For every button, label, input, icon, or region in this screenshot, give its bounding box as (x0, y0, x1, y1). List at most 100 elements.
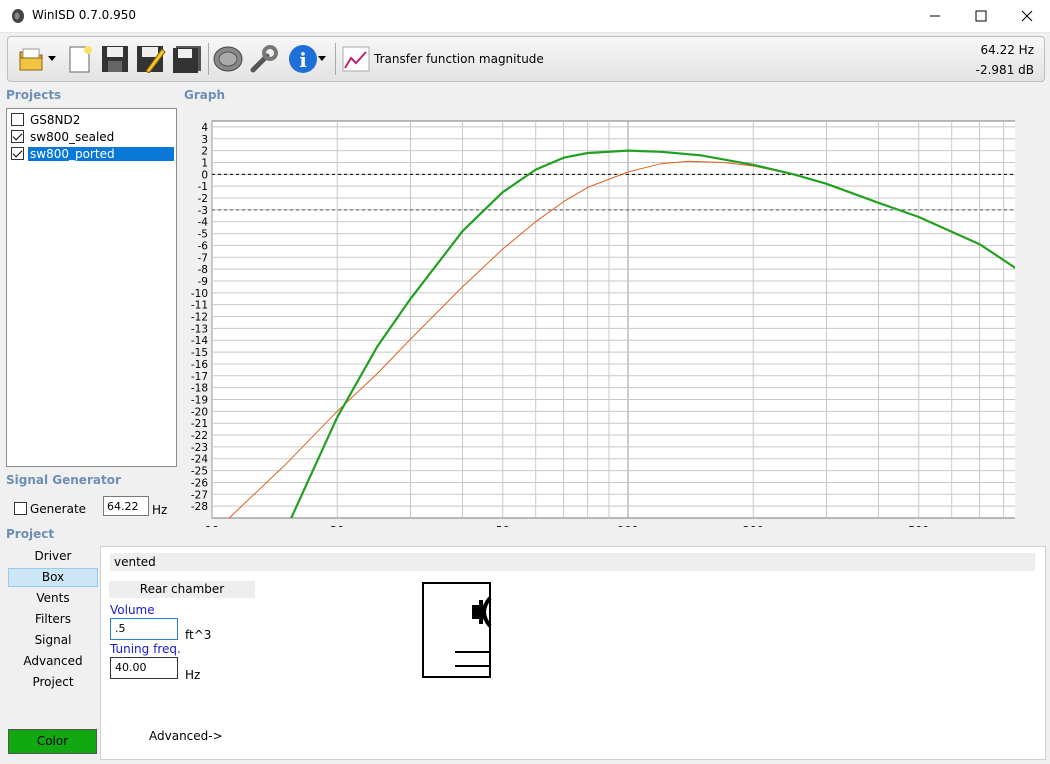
open-folder-icon (19, 48, 43, 71)
close-button[interactable] (1004, 0, 1050, 32)
minimize-icon (930, 15, 940, 17)
y-tick-label: -16 (191, 359, 208, 371)
y-tick-label: -14 (191, 335, 208, 347)
y-tick-label: -7 (198, 252, 208, 264)
volume-input[interactable]: .5 (110, 618, 178, 640)
new-button[interactable] (64, 41, 96, 77)
tools-button[interactable] (248, 41, 280, 77)
maximize-button[interactable] (958, 0, 1004, 32)
y-tick-label: -10 (191, 288, 208, 300)
advanced-link[interactable]: Advanced-> (149, 729, 223, 743)
toolbar: i Transfer function magnitude 64.22 Hz -… (7, 36, 1045, 82)
db-readout: -2.981 dB (975, 63, 1034, 77)
graph-type-label: Transfer function magnitude (374, 52, 544, 66)
frequency-response-chart[interactable]: 43210-1-2-3-4-5-6-7-8-9-10-11-12-13-14-1… (180, 107, 1015, 527)
app-icon (12, 9, 24, 23)
tab-rear-chamber[interactable]: Rear chamber (109, 581, 255, 598)
nav-advanced[interactable]: Advanced (8, 652, 98, 671)
nav-filters[interactable]: Filters (8, 610, 98, 629)
x-tick-label: 200 (743, 524, 764, 527)
toolbar-separator (208, 43, 209, 75)
box-type-selector[interactable]: vented (110, 553, 1035, 571)
svg-text:i: i (299, 48, 307, 72)
save-as-icon (137, 46, 166, 73)
project-checkbox[interactable] (11, 130, 24, 143)
generate-label: Generate (30, 502, 87, 516)
x-tick-label: 500 (908, 524, 929, 527)
title-bar: WinISD 0.7.0.950 (0, 0, 1050, 33)
x-tick-label: 100 (618, 524, 639, 527)
box-panel (100, 546, 1046, 760)
graph-icon (342, 46, 370, 72)
project-checkbox[interactable] (11, 113, 24, 126)
y-tick-label: -18 (191, 383, 208, 395)
speaker-icon (213, 46, 243, 72)
signal-generator-header: Signal Generator (6, 473, 121, 487)
y-tick-label: 2 (201, 146, 208, 158)
y-tick-label: -6 (198, 240, 209, 252)
save-as-button[interactable] (135, 41, 167, 77)
project-checkbox[interactable] (11, 147, 24, 160)
info-icon: i (289, 45, 317, 73)
x-tick-label: 50 (496, 524, 510, 527)
y-tick-label: -12 (191, 312, 208, 324)
minimize-button[interactable] (912, 0, 958, 32)
wrench-icon (250, 45, 278, 73)
enclosure-shape (422, 582, 491, 678)
generator-frequency-input[interactable]: 64.22 (103, 496, 149, 516)
y-tick-label: -24 (191, 454, 208, 466)
y-tick-label: 0 (201, 169, 208, 181)
y-tick-label: 4 (201, 122, 208, 134)
close-icon (1021, 10, 1033, 22)
y-tick-label: -19 (191, 394, 208, 406)
graph-header: Graph (184, 88, 225, 102)
y-tick-label: 3 (201, 134, 208, 146)
x-tick-label: 20 (330, 524, 344, 527)
chevron-down-icon (318, 56, 326, 61)
transfer-function-button[interactable] (340, 41, 372, 77)
nav-box[interactable]: Box (8, 568, 98, 587)
open-button[interactable] (14, 41, 60, 77)
y-tick-label: -8 (198, 264, 208, 276)
y-tick-label: -3 (198, 205, 208, 217)
project-name: sw800_ported (28, 146, 174, 161)
save-button[interactable] (99, 41, 131, 77)
chevron-down-icon (48, 56, 56, 61)
color-button[interactable]: Color (8, 729, 97, 754)
floppy-icon (102, 46, 128, 72)
y-tick-label: -9 (198, 276, 208, 288)
project-item-sw800-ported[interactable]: sw800_ported (9, 145, 175, 162)
project-name: sw800_sealed (30, 129, 115, 144)
generate-checkbox[interactable] (14, 502, 27, 515)
y-tick-label: -15 (191, 347, 208, 359)
project-item-gs8nd2[interactable]: GS8ND2 (9, 111, 175, 128)
y-tick-label: -11 (191, 300, 208, 312)
driver-button[interactable] (212, 41, 244, 77)
y-tick-label: -21 (191, 418, 208, 430)
window-title: WinISD 0.7.0.950 (32, 8, 137, 22)
project-name: GS8ND2 (30, 112, 81, 127)
volume-unit: ft^3 (185, 628, 212, 642)
y-tick-label: -2 (198, 193, 208, 205)
project-item-sw800-sealed[interactable]: sw800_sealed (9, 128, 175, 145)
nav-driver[interactable]: Driver (8, 547, 98, 566)
y-tick-label: -26 (191, 477, 208, 489)
y-tick-label: -20 (191, 406, 208, 418)
y-tick-label: -22 (191, 430, 208, 442)
new-document-icon (69, 46, 92, 73)
volume-label: Volume (110, 603, 155, 617)
maximize-icon (975, 10, 987, 22)
y-tick-label: -23 (191, 442, 208, 454)
save-all-button[interactable] (171, 41, 203, 77)
driver-magnet-shape (472, 605, 479, 619)
tuning-input[interactable]: 40.00 (110, 657, 178, 679)
about-button[interactable]: i (284, 41, 330, 77)
nav-project[interactable]: Project (8, 673, 98, 692)
projects-header: Projects (6, 88, 62, 102)
nav-vents[interactable]: Vents (8, 589, 98, 608)
y-tick-label: -17 (191, 371, 208, 383)
tuning-label: Tuning freq. (110, 642, 181, 656)
y-tick-label: -27 (191, 489, 208, 501)
nav-signal[interactable]: Signal (8, 631, 98, 650)
project-header: Project (6, 527, 55, 541)
